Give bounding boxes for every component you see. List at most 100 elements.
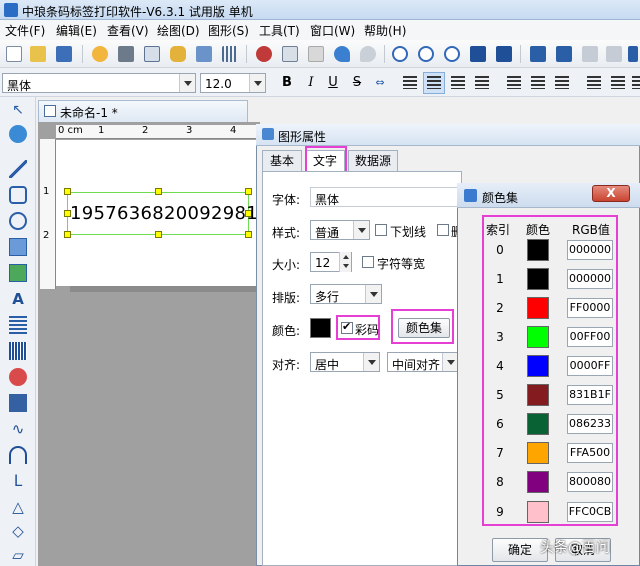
layout-select[interactable]: 多行 — [310, 284, 382, 304]
new-file-icon[interactable] — [6, 46, 22, 62]
menu-help[interactable]: 帮助(H) — [364, 22, 406, 39]
rich-text-tool-icon[interactable] — [9, 316, 27, 334]
menu-view[interactable]: 查看(V) — [107, 22, 149, 39]
vertical-bottom-icon[interactable] — [555, 76, 569, 89]
menu-shape[interactable]: 图形(S) — [208, 22, 249, 39]
text-color-swatch[interactable] — [310, 318, 331, 338]
undo-icon[interactable] — [334, 46, 350, 62]
cut-icon[interactable] — [256, 46, 272, 62]
diamond-tool-icon[interactable]: ◇ — [9, 522, 27, 540]
rgb-value-field[interactable]: 800080 — [567, 472, 613, 492]
distribute-icon[interactable] — [587, 76, 601, 89]
arc-tool-icon[interactable] — [9, 446, 27, 464]
rgb-value-field[interactable]: 000000 — [567, 240, 613, 260]
menu-file[interactable]: 文件(F) — [5, 22, 45, 39]
ungroup-icon[interactable] — [606, 46, 622, 62]
database-icon[interactable] — [170, 46, 186, 62]
style-select[interactable]: 普通 — [310, 220, 370, 240]
barcode-tool-icon[interactable] — [9, 342, 27, 360]
resize-handle[interactable] — [155, 188, 162, 195]
strikethrough-button[interactable]: S — [347, 73, 367, 93]
menu-draw[interactable]: 绘图(D) — [157, 22, 200, 39]
resize-handle[interactable] — [64, 188, 71, 195]
zoom-out-icon[interactable] — [418, 46, 434, 62]
select-arrow-icon[interactable]: ↖ — [9, 101, 27, 119]
ellipse-tool-icon[interactable] — [9, 212, 27, 230]
align-left-icon[interactable] — [403, 76, 417, 89]
save-icon[interactable] — [56, 46, 72, 62]
color-swatch[interactable] — [527, 442, 549, 464]
color-swatch[interactable] — [527, 326, 549, 348]
image-icon[interactable] — [196, 46, 212, 62]
triangle-tool-icon[interactable]: △ — [9, 498, 27, 516]
copy-icon[interactable] — [282, 46, 298, 62]
underline-checkbox[interactable] — [375, 224, 387, 236]
color-swatch[interactable] — [527, 297, 549, 319]
rgb-value-field[interactable]: 831B1F — [567, 385, 613, 405]
more-icon[interactable] — [632, 76, 640, 89]
fit-page-icon[interactable] — [470, 46, 486, 62]
picture-tool-icon[interactable] — [9, 264, 27, 282]
open-folder-icon[interactable] — [30, 46, 46, 62]
chevron-down-icon[interactable] — [179, 74, 195, 92]
rgb-value-field[interactable]: 000000 — [567, 269, 613, 289]
rgb-value-field[interactable]: FFC0CB — [567, 502, 613, 522]
color-swatch[interactable] — [527, 471, 549, 493]
settings-gear-icon[interactable] — [92, 46, 108, 62]
menu-window[interactable]: 窗口(W) — [310, 22, 355, 39]
text-tool-icon[interactable]: A — [9, 290, 27, 308]
chevron-down-icon[interactable] — [353, 221, 369, 239]
qrcode-tool-icon[interactable] — [9, 394, 27, 412]
color-swatch[interactable] — [527, 268, 549, 290]
size-stepper[interactable]: 12 — [310, 252, 352, 272]
underline-button[interactable]: U — [323, 73, 343, 93]
color-swatch[interactable] — [527, 384, 549, 406]
bold-button[interactable]: B — [277, 73, 297, 93]
rounded-rect-tool-icon[interactable] — [9, 186, 27, 204]
tab-basic[interactable]: 基本 — [262, 150, 302, 171]
chevron-down-icon[interactable] — [365, 285, 381, 303]
send-back-icon[interactable] — [556, 46, 572, 62]
close-button[interactable]: X — [592, 185, 630, 202]
rgb-value-field[interactable]: 086233 — [567, 414, 613, 434]
parallelogram-tool-icon[interactable]: ▱ — [9, 546, 27, 564]
rgb-value-field[interactable]: 0000FF — [567, 356, 613, 376]
monospace-checkbox[interactable] — [362, 256, 374, 268]
paste-icon[interactable] — [308, 46, 324, 62]
chevron-down-icon[interactable] — [442, 353, 458, 371]
polyline-tool-icon[interactable]: ᒪ — [9, 472, 27, 490]
character-spacing-icon[interactable]: ⇔ — [370, 73, 390, 93]
font-size-select[interactable]: 12.0 — [200, 73, 266, 93]
resize-handle[interactable] — [245, 231, 252, 238]
shape-tool-icon[interactable] — [9, 368, 27, 386]
redo-icon[interactable] — [360, 46, 376, 62]
rgb-value-field[interactable]: FF0000 — [567, 298, 613, 318]
font-family-select[interactable]: 黑体 — [2, 73, 196, 93]
color-swatch[interactable] — [527, 355, 549, 377]
chevron-down-icon[interactable] — [249, 74, 265, 92]
chevron-down-icon[interactable] — [363, 353, 379, 371]
lock-icon[interactable] — [628, 46, 638, 62]
color-set-button[interactable]: 颜色集 — [398, 318, 450, 338]
zoom-fit-icon[interactable] — [444, 46, 460, 62]
align-justify-icon[interactable] — [475, 76, 489, 89]
bring-front-icon[interactable] — [530, 46, 546, 62]
line-tool-icon[interactable] — [9, 160, 27, 178]
rotate-tool-icon[interactable] — [9, 125, 27, 143]
zoom-in-icon[interactable] — [392, 46, 408, 62]
group-icon[interactable] — [582, 46, 598, 62]
align-select[interactable]: 居中 — [310, 352, 380, 372]
rgb-value-field[interactable]: FFA500 — [567, 443, 613, 463]
vertical-middle-icon[interactable] — [531, 76, 545, 89]
curve-tool-icon[interactable]: ∿ — [9, 420, 27, 438]
resize-handle[interactable] — [64, 231, 71, 238]
resize-handle[interactable] — [245, 188, 252, 195]
strikethrough-checkbox[interactable] — [437, 224, 449, 236]
tab-datasource[interactable]: 数据源 — [348, 150, 398, 171]
actual-size-icon[interactable] — [496, 46, 512, 62]
image-tool-icon[interactable] — [9, 238, 27, 256]
print-icon[interactable] — [118, 46, 134, 62]
align-right-icon[interactable] — [451, 76, 465, 89]
grid-icon[interactable] — [222, 46, 238, 62]
rgb-value-field[interactable]: 00FF00 — [567, 327, 613, 347]
